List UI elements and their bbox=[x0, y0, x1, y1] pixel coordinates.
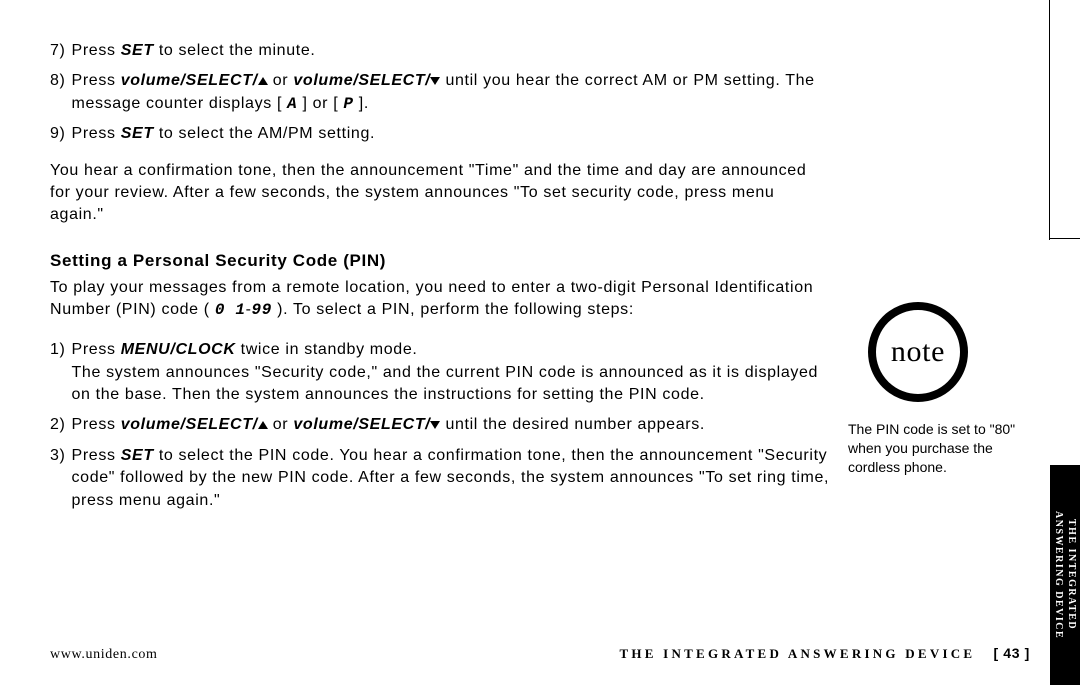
instruction-step: 1)Press MENU/CLOCK twice in standby mode… bbox=[50, 339, 830, 406]
step-body: Press SET to select the AM/PM setting. bbox=[72, 123, 830, 145]
footer-page-number: [ 43 ] bbox=[993, 645, 1030, 661]
note-text: The PIN code is set to "80" when you pur… bbox=[848, 420, 1048, 477]
step-body: Press SET to select the minute. bbox=[72, 40, 830, 62]
step-body: Press MENU/CLOCK twice in standby mode.T… bbox=[72, 339, 830, 406]
step-number: 1) bbox=[50, 339, 72, 406]
footer-right: THE INTEGRATED ANSWERING DEVICE [ 43 ] bbox=[619, 645, 1030, 662]
section-heading: Setting a Personal Security Code (PIN) bbox=[50, 249, 830, 273]
footer-url: www.uniden.com bbox=[50, 647, 158, 663]
side-tab: THE INTEGRATED ANSWERING DEVICE bbox=[1050, 465, 1080, 685]
caret-up-icon bbox=[258, 77, 268, 85]
step-body: Press volume/SELECT/ or volume/SELECT/ u… bbox=[72, 414, 830, 436]
caret-down-icon bbox=[430, 77, 440, 85]
caret-down-icon bbox=[430, 421, 440, 429]
instruction-step: 8)Press volume/SELECT/ or volume/SELECT/… bbox=[50, 70, 830, 115]
note-icon: note bbox=[868, 302, 968, 402]
step-number: 2) bbox=[50, 414, 72, 436]
step-body: Press SET to select the PIN code. You he… bbox=[72, 445, 830, 512]
step-number: 9) bbox=[50, 123, 72, 145]
confirm-paragraph: You hear a confirmation tone, then the a… bbox=[50, 160, 830, 227]
horizontal-rule bbox=[1050, 238, 1080, 239]
instruction-step: 9)Press SET to select the AM/PM setting. bbox=[50, 123, 830, 145]
intro-paragraph: To play your messages from a remote loca… bbox=[50, 277, 830, 322]
steps-top: 7)Press SET to select the minute.8)Press… bbox=[50, 40, 830, 160]
instruction-step: 7)Press SET to select the minute. bbox=[50, 40, 830, 62]
caret-up-icon bbox=[258, 421, 268, 429]
footer-section-title: THE INTEGRATED ANSWERING DEVICE bbox=[619, 646, 975, 661]
step-number: 8) bbox=[50, 70, 72, 115]
main-content: 7)Press SET to select the minute.8)Press… bbox=[50, 40, 830, 526]
step-body: Press volume/SELECT/ or volume/SELECT/ u… bbox=[72, 70, 830, 115]
step-number: 7) bbox=[50, 40, 72, 62]
vertical-rule bbox=[1049, 0, 1050, 240]
note-block: note The PIN code is set to "80" when yo… bbox=[848, 302, 1048, 477]
footer: www.uniden.com THE INTEGRATED ANSWERING … bbox=[50, 645, 1030, 663]
step-number: 3) bbox=[50, 445, 72, 512]
instruction-step: 2)Press volume/SELECT/ or volume/SELECT/… bbox=[50, 414, 830, 436]
steps-pin: 1)Press MENU/CLOCK twice in standby mode… bbox=[50, 339, 830, 526]
instruction-step: 3)Press SET to select the PIN code. You … bbox=[50, 445, 830, 512]
